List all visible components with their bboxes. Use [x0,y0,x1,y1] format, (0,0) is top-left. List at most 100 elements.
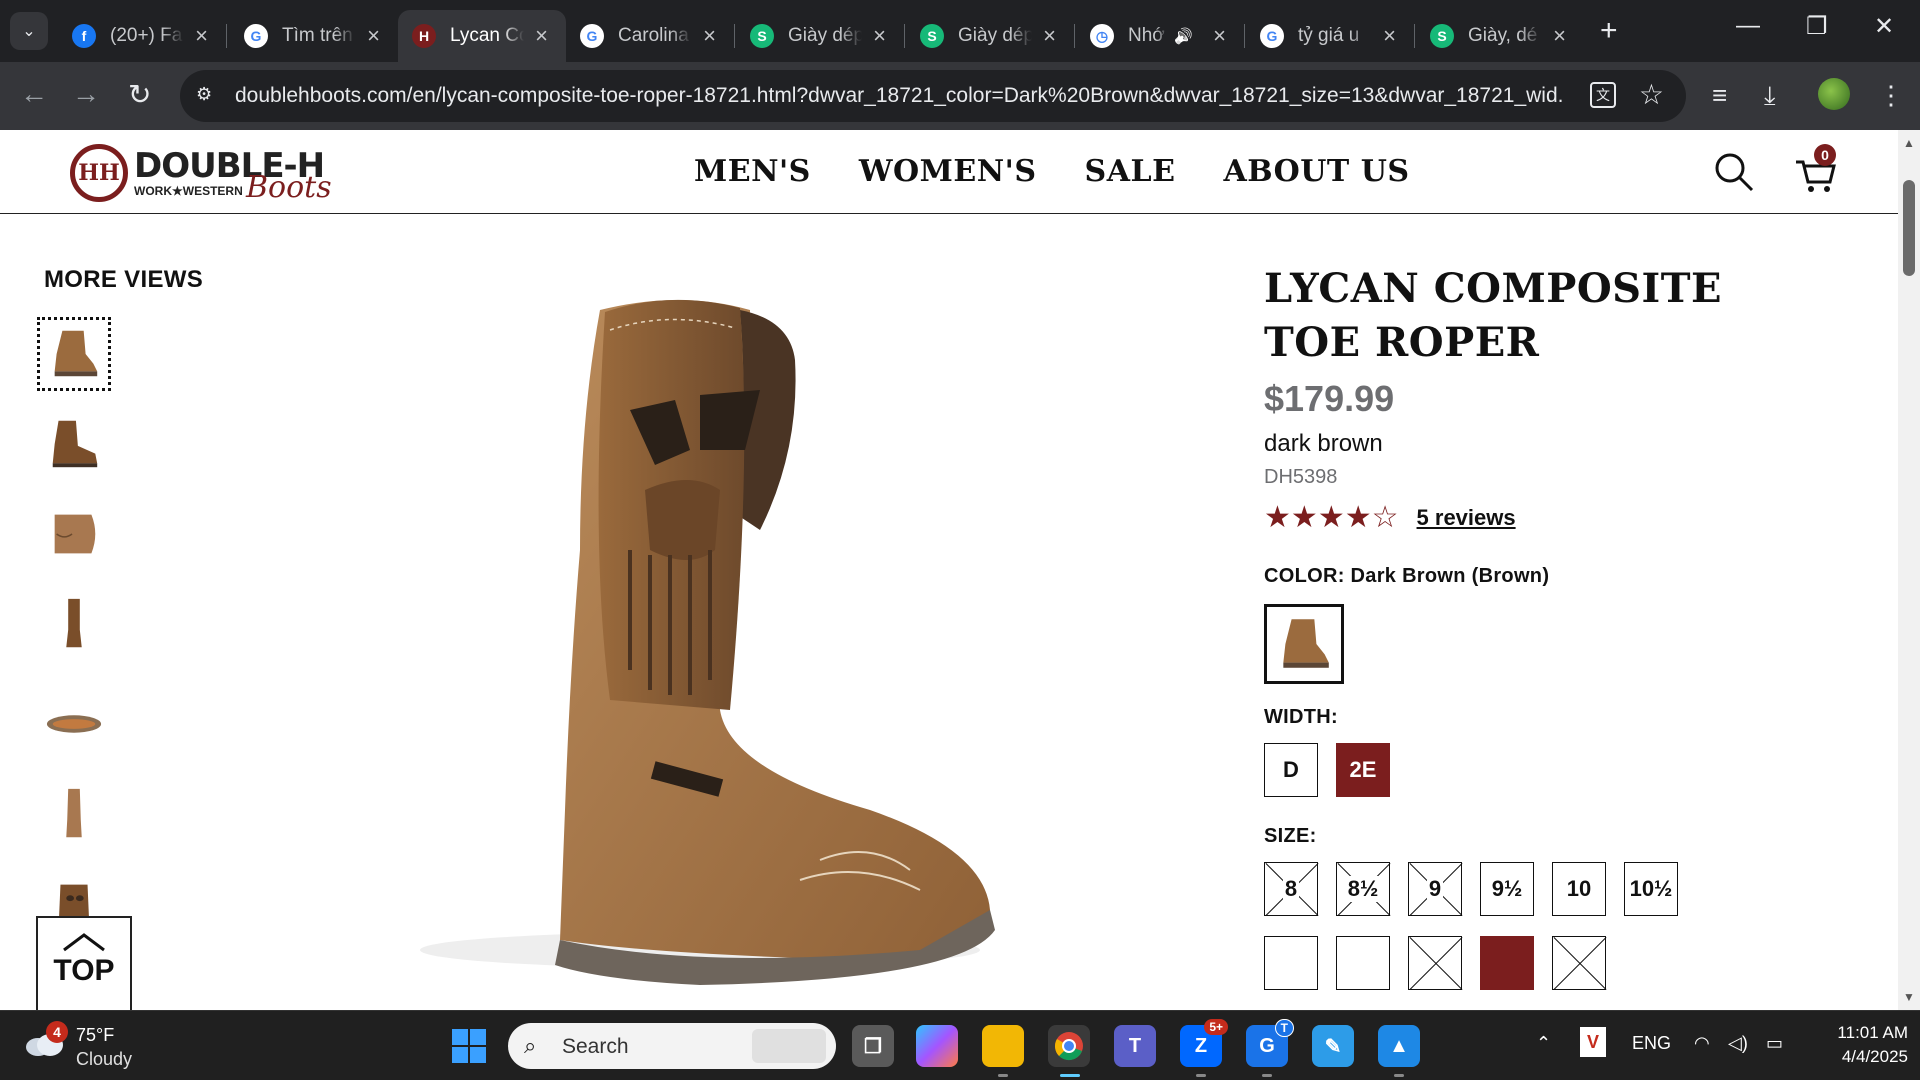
translate-icon[interactable]: 文 [1590,82,1616,108]
tab-close-icon[interactable]: × [535,23,548,49]
scroll-down-icon[interactable]: ▼ [1903,990,1915,1004]
new-tab-button[interactable]: + [1600,14,1618,48]
profile-avatar[interactable] [1818,78,1850,110]
tab-search-button[interactable]: ⌄ [10,12,48,50]
google-icon: G [1260,24,1284,48]
tab-close-icon[interactable]: × [1553,23,1566,49]
menu-kebab-icon[interactable]: ⋮ [1878,80,1904,111]
thumbnail-front[interactable] [40,590,108,658]
width-option[interactable]: D [1264,743,1318,797]
url-text[interactable]: doublehboots.com/en/lycan-composite-toe-… [235,84,1565,108]
thumbnail-back[interactable] [40,780,108,848]
size-option[interactable] [1552,936,1606,990]
wifi-icon[interactable]: ◠ [1694,1033,1710,1054]
battery-icon[interactable]: ▭ [1766,1033,1783,1054]
size-option[interactable]: 10 [1552,862,1606,916]
star-filled-icon: ★ [1317,501,1345,534]
scrollbar-thumb[interactable] [1903,180,1915,276]
tab-close-icon[interactable]: × [703,23,716,49]
size-option[interactable]: 9 [1408,862,1462,916]
browser-tab[interactable]: S Giày, dé × [1416,10,1584,62]
browser-tab[interactable]: G Carolina × [566,10,734,62]
thumbnail-sole[interactable] [40,690,108,758]
zalo-icon[interactable]: Z 5+ [1180,1019,1228,1077]
browser-tab[interactable]: G Tìm trên × [230,10,398,62]
thumbnail-angle[interactable] [37,317,111,391]
taskbar-search-placeholder: Search [562,1035,629,1058]
chrome-profile-icon[interactable]: GT [1246,1019,1294,1077]
windows-start-icon[interactable] [452,1029,486,1063]
tab-title: Nhớ [1128,25,1165,46]
vivaldi-tray-icon[interactable]: V [1580,1027,1606,1057]
weather-condition: Cloudy [76,1049,133,1069]
minimize-icon[interactable]: — [1736,12,1760,40]
size-option[interactable]: 9½ [1480,862,1534,916]
bookmark-star-icon[interactable]: ☆ [1639,78,1664,111]
browser-tab[interactable]: S Giày dép × [906,10,1074,62]
color-swatch-dark-brown[interactable] [1264,604,1344,684]
media-control-icon[interactable]: ≡ [1712,80,1727,111]
product-main-image[interactable] [400,250,1010,990]
browser-tab[interactable]: Gtỷ giá u × [1246,10,1414,62]
browser-tab[interactable]: ◷ Nhớ 🔊 × [1076,10,1244,62]
size-option[interactable] [1336,936,1390,990]
taskbar-clock[interactable]: 11:01 AM 4/4/2025 [1808,1021,1908,1069]
taskbar-search-box[interactable]: ⌕ Search [508,1023,836,1069]
photos-icon[interactable]: ▲ [1378,1025,1420,1077]
search-icon: ⌕ [524,1033,537,1058]
restore-icon[interactable]: ❐ [1806,12,1828,41]
thumbnail-top[interactable] [40,500,108,568]
nav-about-us[interactable]: ABOUT US [1223,154,1409,189]
tab-title: Giày, dé [1468,25,1538,46]
reviews-link[interactable]: 5 reviews [1417,505,1516,531]
tab-close-icon[interactable]: × [873,23,886,49]
site-logo[interactable]: HH DOUBLE-H WORK★WESTERN Boots [70,142,340,206]
back-to-top-button[interactable]: TOP [36,916,132,1010]
size-option[interactable]: 8½ [1336,862,1390,916]
back-arrow-icon[interactable]: ← [20,78,48,110]
nav-mens[interactable]: MEN'S [694,154,811,189]
main-nav: MEN'S WOMEN'S SALE ABOUT US [694,154,1410,189]
size-option[interactable] [1408,936,1462,990]
page-scrollbar[interactable]: ▲ ▼ [1898,130,1920,1010]
teams-icon[interactable]: T [1114,1025,1156,1067]
nav-sale[interactable]: SALE [1085,154,1176,189]
tab-title: Giày dép [788,25,862,46]
site-info-icon[interactable]: ⚙ [196,84,220,108]
task-view-icon[interactable]: ❐ [852,1025,894,1067]
weather-temperature: 75°F [76,1025,115,1045]
size-option[interactable]: 8 [1264,862,1318,916]
file-explorer-icon[interactable] [982,1025,1024,1077]
cart-button[interactable]: 0 [1794,144,1836,194]
browser-tab[interactable]: S Giày dép × [736,10,904,62]
volume-icon[interactable]: ◁) [1728,1033,1748,1054]
paint-icon[interactable]: ✎ [1312,1025,1354,1067]
width-option[interactable]: 2E [1336,743,1390,797]
address-bar[interactable]: ⚙ doublehboots.com/en/lycan-composite-to… [180,70,1686,122]
reload-icon[interactable]: ↻ [128,78,151,111]
size-option-label: 9 [1426,876,1444,902]
tab-title: Tìm trên [282,25,353,46]
copilot-icon[interactable] [916,1025,958,1067]
thumbnail-side[interactable] [40,410,108,478]
tab-close-icon[interactable]: × [195,23,208,49]
browser-tab[interactable]: f (20+) Fa × [58,10,226,62]
chrome-taskbar-icon[interactable] [1048,1025,1090,1077]
browser-tab[interactable]: H Lycan Co × [398,10,566,62]
search-icon[interactable] [1714,152,1754,192]
tray-overflow-chevron-icon[interactable]: ⌃ [1536,1033,1551,1054]
tab-close-icon[interactable]: × [1383,23,1396,49]
tab-close-icon[interactable]: × [367,23,380,49]
language-indicator[interactable]: ENG [1632,1033,1671,1054]
forward-arrow-icon[interactable]: → [72,78,100,110]
tab-close-icon[interactable]: × [1043,23,1056,49]
scroll-up-icon[interactable]: ▲ [1903,136,1915,150]
close-window-icon[interactable]: ✕ [1874,12,1894,41]
size-option[interactable] [1264,936,1318,990]
nav-womens[interactable]: WOMEN'S [859,154,1037,189]
tab-close-icon[interactable]: × [1213,23,1226,49]
tab-audio-icon[interactable]: 🔊 [1174,27,1193,45]
size-option[interactable]: 10½ [1624,862,1678,916]
download-icon[interactable]: ⤓ [1764,80,1776,112]
size-option-selected[interactable] [1480,936,1534,990]
